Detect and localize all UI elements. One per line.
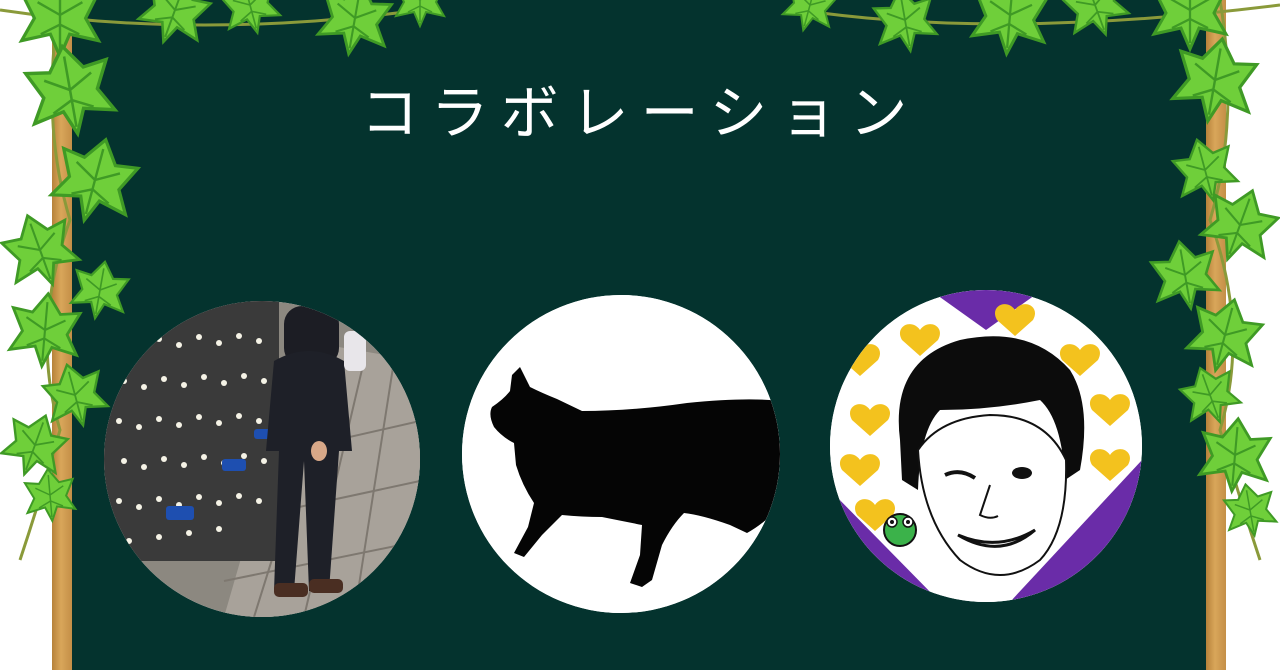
- avatar-illustrated-face[interactable]: [830, 290, 1142, 602]
- collaboration-banner: コラボレーション: [0, 0, 1280, 670]
- avatar-person-photo[interactable]: [104, 301, 420, 617]
- cat-silhouette-icon: [462, 295, 780, 613]
- person-photo-icon: [104, 301, 420, 617]
- banner-title: コラボレーション: [360, 79, 920, 147]
- avatar-black-cat[interactable]: [462, 295, 780, 613]
- winking-face-illustration: [830, 290, 1142, 602]
